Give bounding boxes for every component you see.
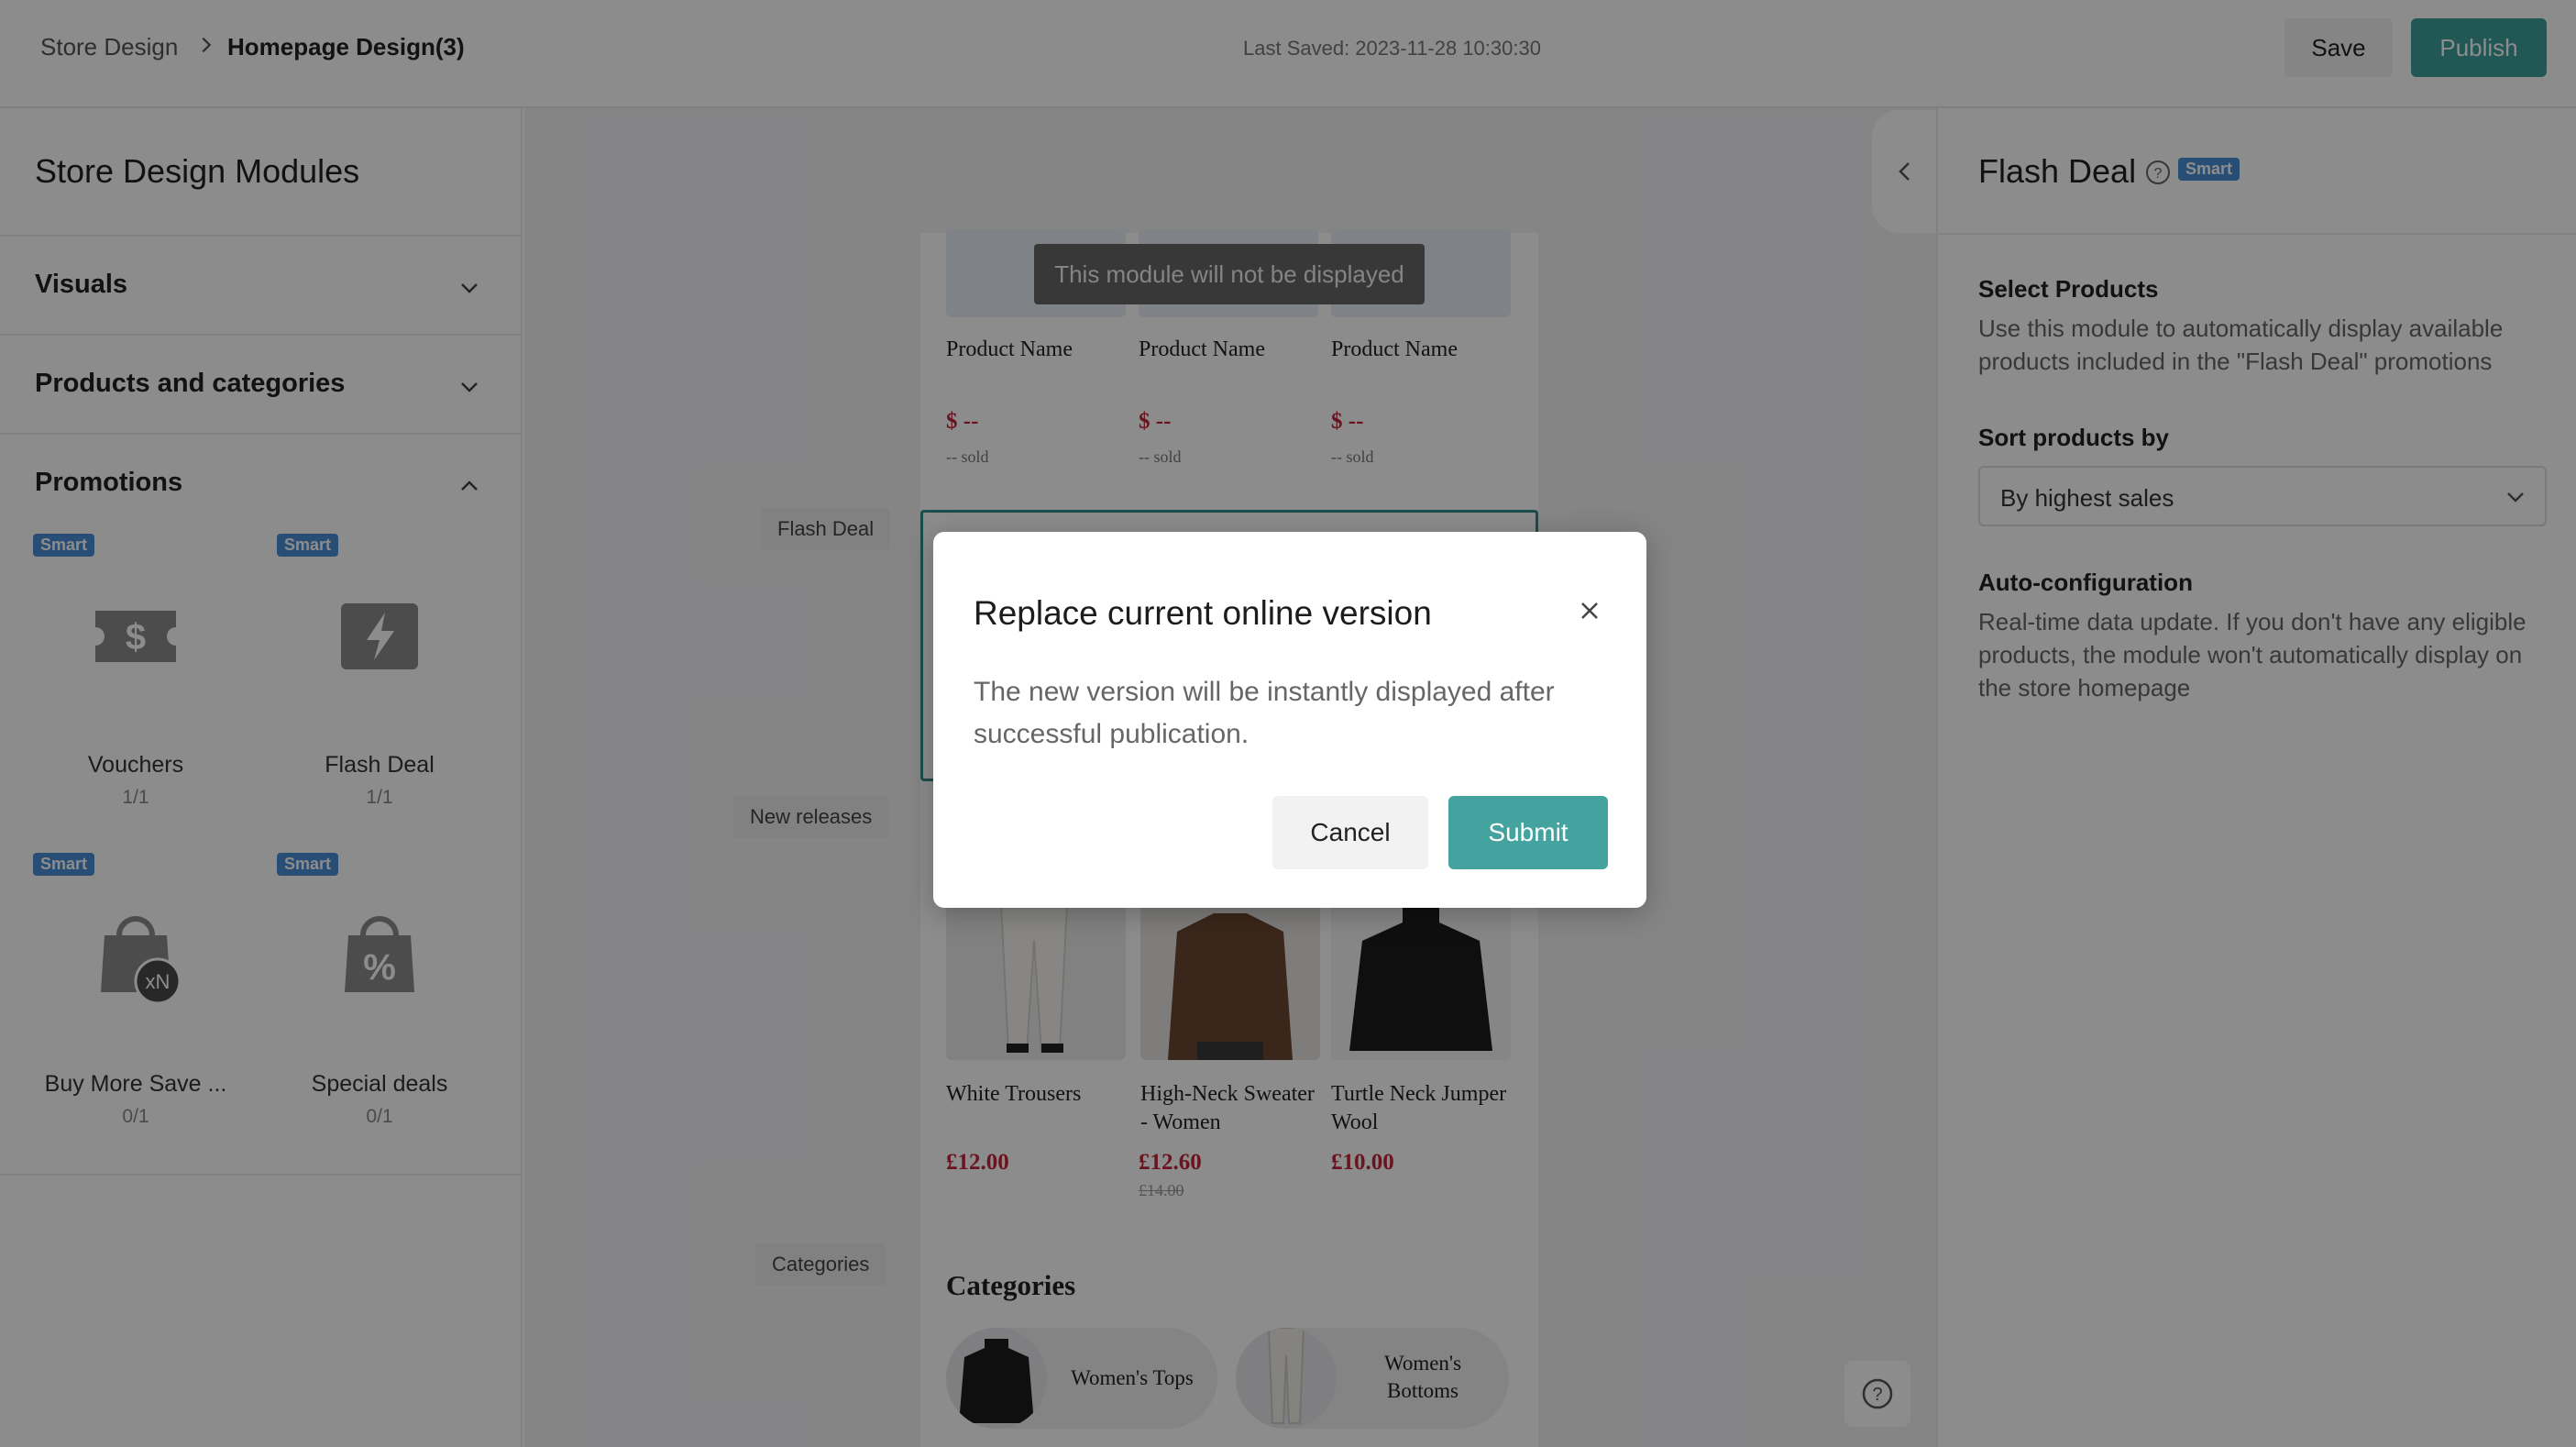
cancel-button[interactable]: Cancel [1272,796,1428,869]
publish-confirm-dialog: Replace current online version The new v… [933,532,1646,908]
dialog-title: Replace current online version [974,594,1432,632]
close-icon[interactable] [1575,596,1604,625]
dialog-message: The new version will be instantly displa… [974,677,1555,749]
submit-button[interactable]: Submit [1448,796,1608,869]
